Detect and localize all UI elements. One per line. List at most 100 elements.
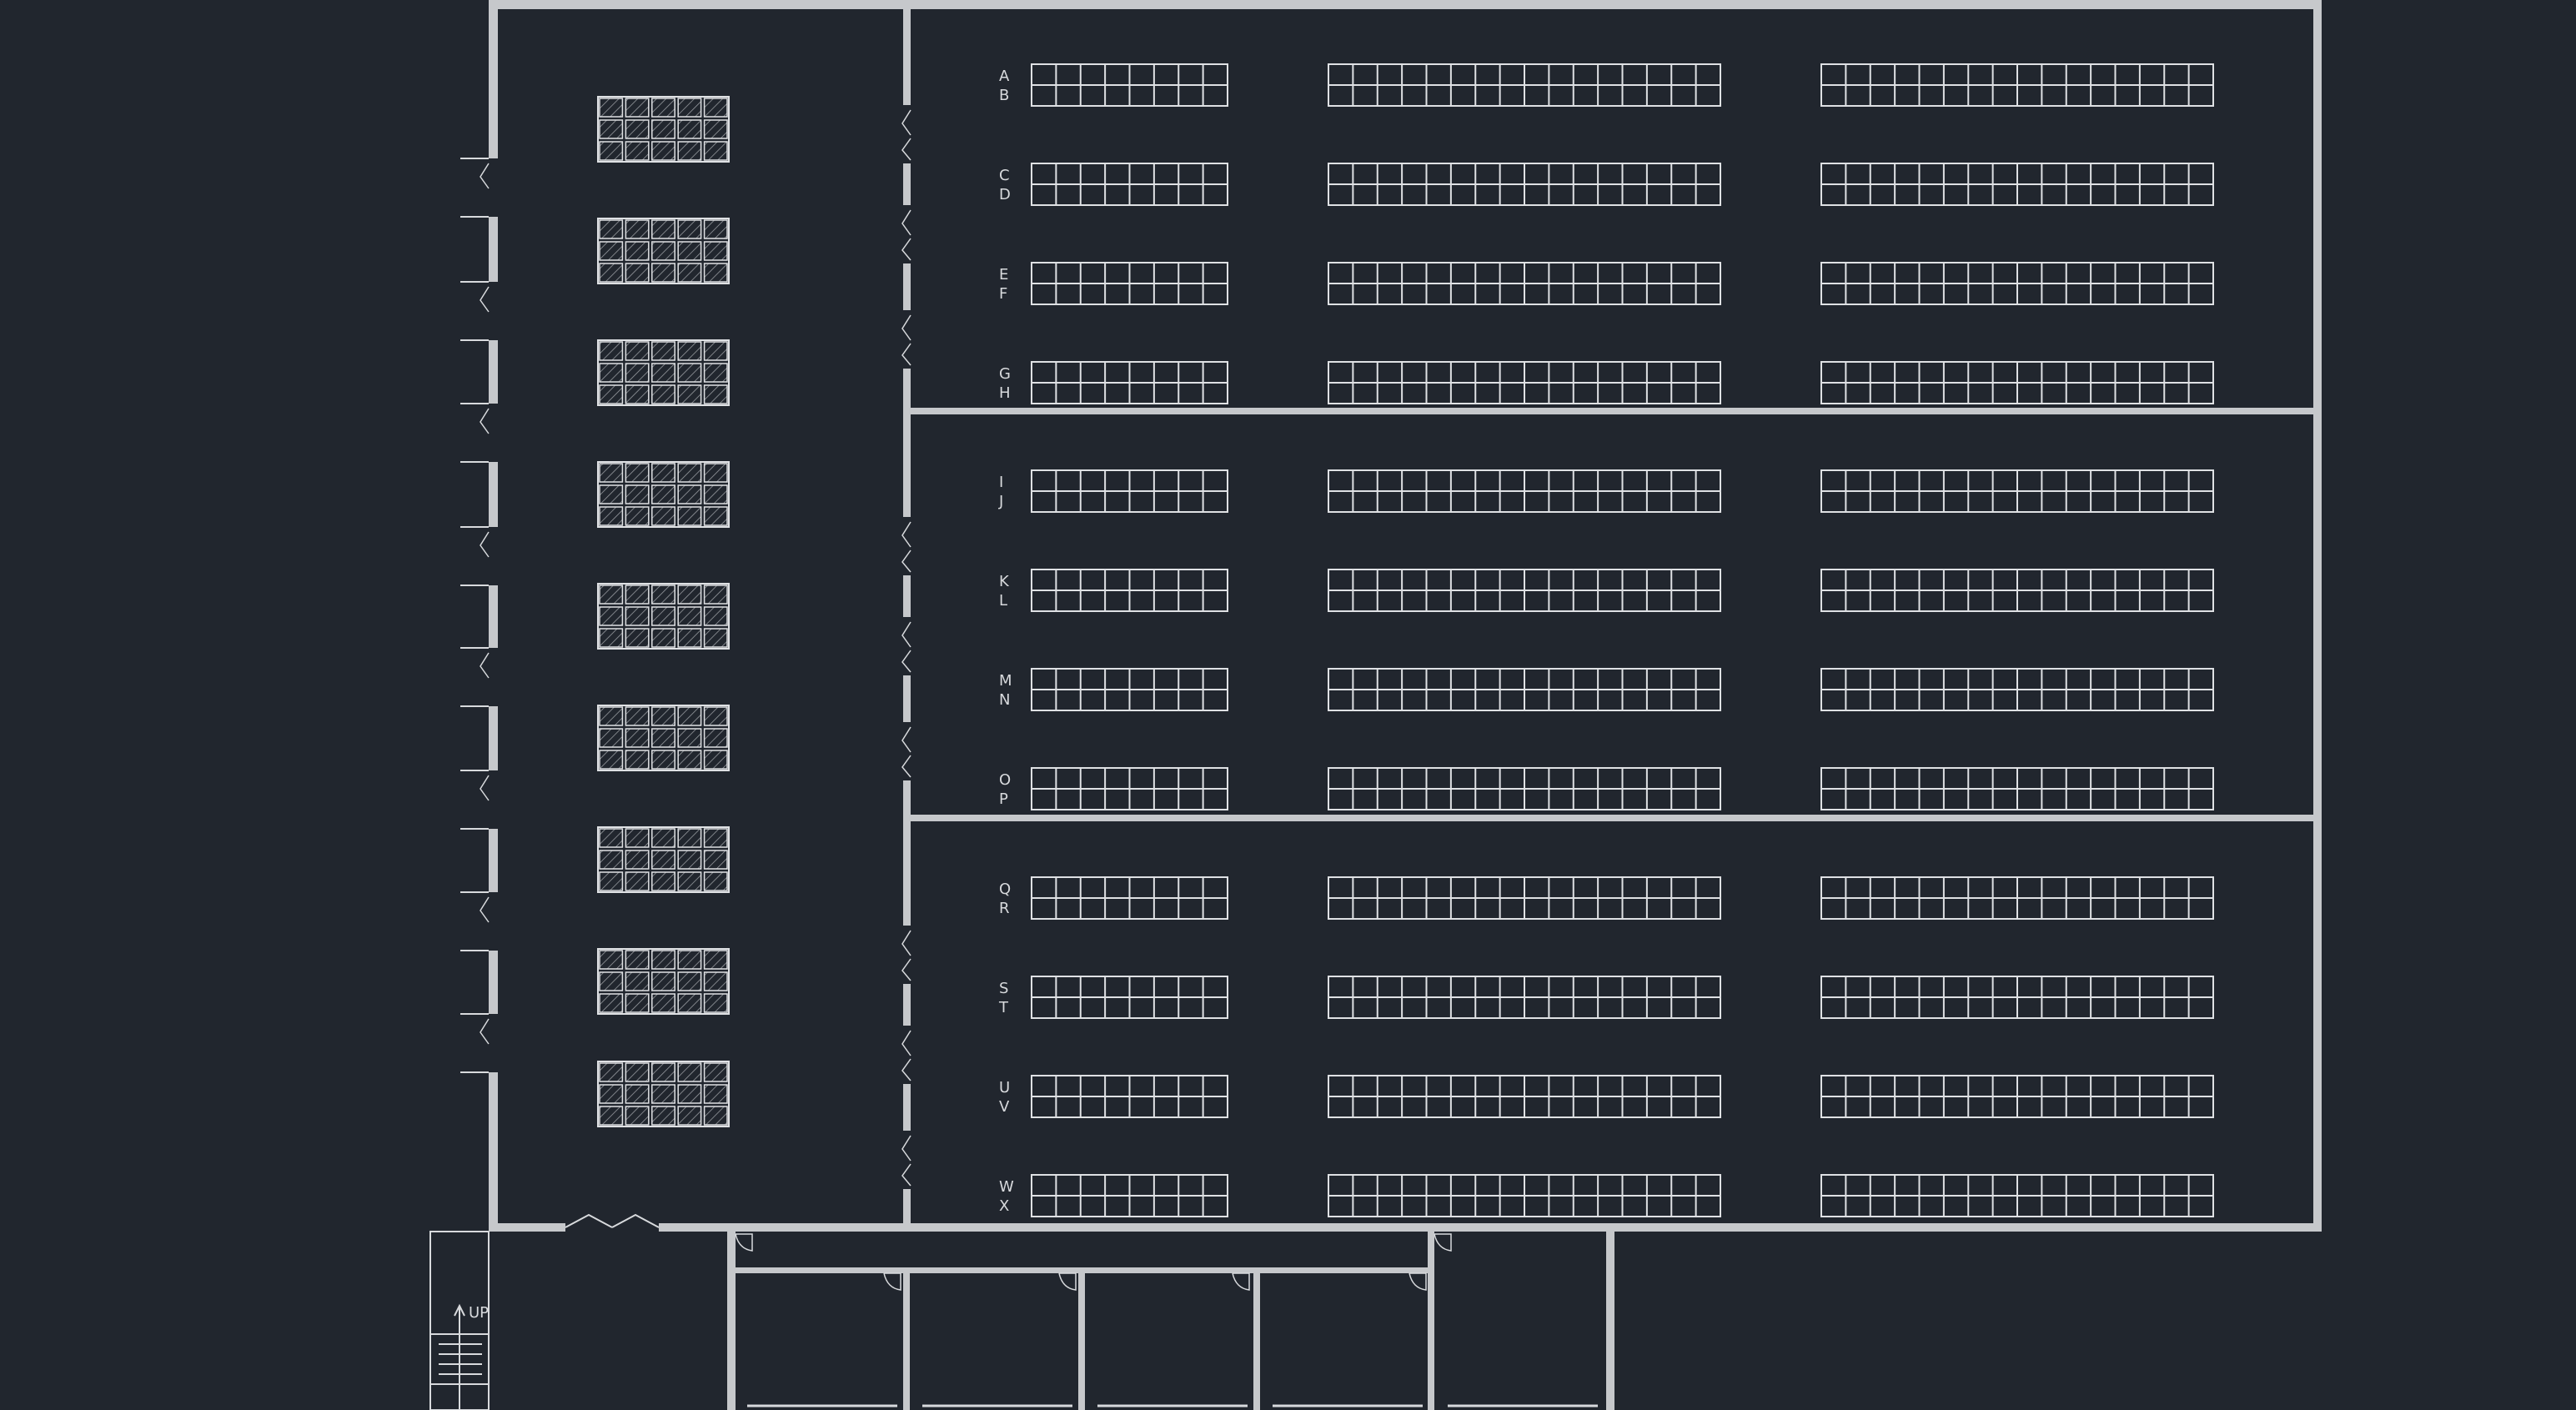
rack bbox=[1031, 876, 1228, 920]
aisle-label-bottom: J bbox=[998, 493, 1003, 510]
door-swing bbox=[735, 1233, 753, 1252]
room-partition-1 bbox=[903, 1267, 910, 1410]
bin-cell bbox=[651, 706, 675, 726]
bin-cell bbox=[677, 1084, 702, 1104]
bin-cell bbox=[703, 628, 728, 648]
aisle-label-top: O bbox=[999, 771, 1011, 789]
bin-cell bbox=[703, 241, 728, 261]
bin-cell bbox=[677, 871, 702, 891]
rack bbox=[1328, 469, 1721, 513]
door-swing bbox=[1058, 1272, 1077, 1291]
rack bbox=[1820, 668, 2214, 711]
racks bbox=[1031, 63, 2214, 1217]
bin-cell bbox=[651, 971, 675, 991]
rack bbox=[1820, 569, 2214, 612]
bin-cell bbox=[677, 993, 702, 1013]
rack bbox=[1328, 876, 1721, 920]
rack bbox=[1328, 262, 1721, 305]
bin-cell bbox=[625, 219, 650, 239]
aisle-labels: AB CD EF GH IJ KL MN OP QR ST UV WX bbox=[998, 68, 1014, 1215]
bin-cell bbox=[625, 141, 650, 161]
staging-bin bbox=[597, 826, 730, 893]
door-opening bbox=[489, 770, 498, 829]
bin-cell bbox=[703, 850, 728, 870]
bin-cell bbox=[651, 98, 675, 118]
aisle-label-bottom: X bbox=[999, 1197, 1009, 1215]
door-swing bbox=[480, 652, 490, 679]
bin-cell bbox=[703, 950, 728, 970]
bin-cell bbox=[703, 363, 728, 383]
aisle-label-bottom: L bbox=[999, 592, 1007, 610]
bin-cell bbox=[625, 628, 650, 648]
door-swing bbox=[480, 1018, 490, 1045]
bin-cell bbox=[625, 871, 650, 891]
bin-cell bbox=[651, 384, 675, 404]
door-swing bbox=[565, 1213, 613, 1228]
rack bbox=[1820, 976, 2214, 1019]
bin-cell bbox=[599, 384, 624, 404]
wall-top bbox=[489, 0, 2322, 9]
bin-cell bbox=[599, 141, 624, 161]
bin-cell bbox=[677, 728, 702, 748]
rack bbox=[1820, 1174, 2214, 1217]
door-opening bbox=[489, 282, 498, 340]
bin-cell bbox=[677, 241, 702, 261]
bin-cell bbox=[677, 606, 702, 626]
bin-cell bbox=[651, 628, 675, 648]
door-swing bbox=[480, 408, 490, 434]
annex-left-wall bbox=[727, 1223, 736, 1410]
bin-cell bbox=[625, 1084, 650, 1104]
bin-cell bbox=[703, 871, 728, 891]
bin-cell bbox=[599, 1062, 624, 1082]
aisle-label-bottom: V bbox=[999, 1098, 1010, 1116]
bin-cell bbox=[703, 971, 728, 991]
bin-cell bbox=[651, 1106, 675, 1126]
bin-cell bbox=[599, 993, 624, 1013]
staging-bin bbox=[597, 948, 730, 1015]
bin-cell bbox=[625, 263, 650, 283]
bin-cell bbox=[651, 750, 675, 770]
bin-cell bbox=[625, 98, 650, 118]
rack bbox=[1328, 163, 1721, 206]
bin-cell bbox=[599, 484, 624, 504]
bin-cell bbox=[625, 241, 650, 261]
rack bbox=[1031, 976, 1228, 1019]
bin-cell bbox=[625, 993, 650, 1013]
bin-cell bbox=[651, 484, 675, 504]
bin-cell bbox=[625, 463, 650, 483]
aisle-label-top: G bbox=[999, 365, 1011, 383]
bin-cell bbox=[677, 1062, 702, 1082]
staging-bin bbox=[597, 339, 730, 406]
bin-cell bbox=[599, 119, 624, 139]
bin-cell bbox=[625, 728, 650, 748]
staging-bin bbox=[597, 96, 730, 163]
bin-cell bbox=[677, 363, 702, 383]
bin-cell bbox=[625, 850, 650, 870]
bin-cell bbox=[677, 484, 702, 504]
bin-cell bbox=[703, 219, 728, 239]
aisle-label-top: E bbox=[999, 266, 1008, 284]
bin-cell bbox=[599, 950, 624, 970]
bin-cell bbox=[677, 850, 702, 870]
rack bbox=[1031, 1174, 1228, 1217]
bin-cell bbox=[703, 484, 728, 504]
bin-cell bbox=[677, 1106, 702, 1126]
room-partition-4 bbox=[1428, 1232, 1434, 1410]
bin-cell bbox=[625, 341, 650, 361]
wall-right bbox=[2313, 0, 2322, 1232]
bin-cell bbox=[599, 871, 624, 891]
bin-cell bbox=[625, 384, 650, 404]
bin-cell bbox=[625, 971, 650, 991]
door-swing bbox=[480, 775, 490, 801]
aisle-label-top: K bbox=[999, 573, 1010, 590]
bin-cell bbox=[625, 506, 650, 526]
bin-cell bbox=[651, 263, 675, 283]
bin-cell bbox=[677, 950, 702, 970]
bin-cell bbox=[651, 828, 675, 848]
door-opening bbox=[489, 527, 498, 585]
bin-cell bbox=[651, 241, 675, 261]
bin-cell bbox=[599, 628, 624, 648]
rack bbox=[1820, 361, 2214, 404]
rack bbox=[1328, 361, 1721, 404]
bin-cell bbox=[703, 506, 728, 526]
